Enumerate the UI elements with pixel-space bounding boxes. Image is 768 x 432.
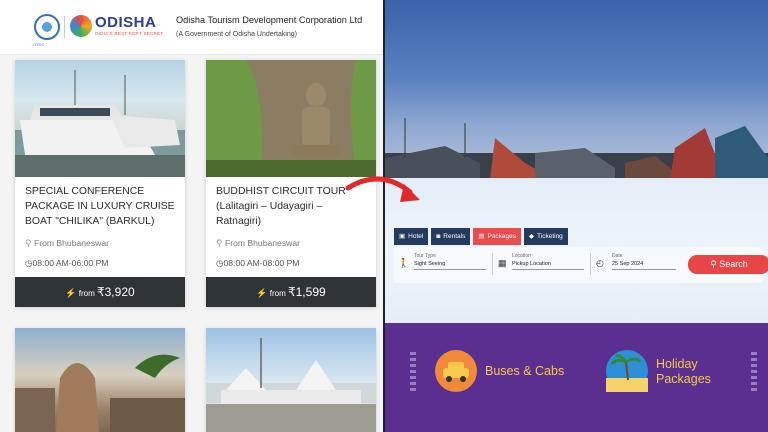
clock-icon: ◷	[216, 258, 224, 268]
package-card[interactable]	[15, 328, 185, 432]
building-icon: ▣	[399, 233, 406, 240]
date-field[interactable]: Date 25 Sep 2024	[612, 253, 676, 270]
map-icon: ▦	[498, 258, 507, 268]
clock-icon: ◷	[25, 258, 33, 268]
package-time: ◷08:00 AM-06:00 PM	[25, 258, 108, 269]
time-text: 08:00 AM-06:00 PM	[32, 258, 109, 268]
temple-image[interactable]	[15, 328, 185, 432]
package-origin: ⚲ From Bhubaneswar	[25, 238, 109, 249]
website-left-panel: OTDC ODISHA INDIA'S BEST KEPT SECRET Odi…	[0, 0, 383, 432]
location-pin-icon: ⚲	[25, 238, 32, 248]
shrine-image[interactable]	[206, 328, 376, 432]
ticket-icon: ◆	[529, 233, 535, 240]
car-icon[interactable]	[435, 350, 477, 392]
fishing-boats-image	[385, 118, 768, 180]
odisha-tagline: INDIA'S BEST KEPT SECRET	[95, 31, 164, 36]
package-time: ◷08:00 AM-08:00 PM	[216, 258, 299, 269]
origin-text: From Bhubaneswar	[224, 238, 300, 248]
tour-type-field[interactable]: Tour Type Sight Seeing	[414, 253, 486, 270]
wave-decoration-icon	[751, 352, 757, 394]
logo-divider	[64, 16, 65, 38]
briefcase-icon: ▤	[478, 233, 485, 240]
package-price-bar[interactable]: ⚡ from ₹1,599	[206, 277, 376, 307]
package-card[interactable]	[206, 328, 376, 432]
price-prefix: from	[78, 289, 95, 298]
odisha-brand-text[interactable]: ODISHA	[95, 14, 156, 31]
website-right-panel: ▣ Hotel ◙ Rentals ▤ Packages ◆ Ticketing 🚶 T…	[385, 0, 768, 432]
package-price-bar[interactable]: ⚡ from ₹3,920	[15, 277, 185, 307]
package-search-form: 🚶 Tour Type Sight Seeing ▦ Location Pick…	[394, 247, 768, 283]
buses-cabs-label[interactable]: Buses & Cabs	[485, 364, 564, 379]
tab-ticketing[interactable]: ◆ Ticketing	[524, 228, 568, 245]
price-amount: ₹3,920	[97, 285, 135, 299]
package-card[interactable]: SPECIAL CONFERENCE PACKAGE IN LUXURY CRU…	[15, 60, 185, 307]
location-pin-icon: ⚲	[216, 238, 223, 248]
tab-rentals[interactable]: ◙ Rentals	[431, 228, 471, 245]
date-input[interactable]: 25 Sep 2024	[612, 261, 676, 270]
corporation-subtitle: (A Government of Odisha Undertaking)	[176, 31, 298, 38]
package-origin: ⚲ From Bhubaneswar	[216, 238, 300, 249]
otdc-logo-caption: OTDC	[33, 42, 45, 47]
wave-decoration-icon	[410, 352, 416, 394]
booking-tabs: ▣ Hotel ◙ Rentals ▤ Packages ◆ Ticketing	[394, 228, 568, 245]
palm-tree-icon[interactable]	[606, 350, 648, 392]
red-arrow-icon	[345, 176, 420, 202]
person-walking-icon: 🚶	[398, 258, 410, 268]
tour-type-select[interactable]: Sight Seeing	[414, 261, 486, 270]
field-divider	[590, 253, 591, 275]
price-prefix: from	[269, 289, 286, 298]
lightning-icon: ⚡	[256, 288, 268, 298]
price-amount: ₹1,599	[288, 285, 326, 299]
package-title[interactable]: SPECIAL CONFERENCE PACKAGE IN LUXURY CRU…	[25, 184, 177, 229]
cruise-boat-image[interactable]	[15, 60, 185, 177]
holiday-packages-label[interactable]: Holiday Packages	[656, 357, 711, 387]
origin-text: From Bhubaneswar	[33, 238, 109, 248]
calendar-icon: ◴	[596, 258, 604, 268]
odisha-logo-icon[interactable]	[70, 15, 92, 37]
otdc-logo-icon[interactable]	[34, 14, 60, 40]
location-field[interactable]: Location Pickup Location	[512, 253, 584, 270]
tab-packages[interactable]: ▤ Packages	[473, 228, 522, 245]
location-input[interactable]: Pickup Location	[512, 261, 584, 270]
search-icon: ⚲	[710, 259, 720, 269]
site-header: OTDC ODISHA INDIA'S BEST KEPT SECRET Odi…	[0, 0, 383, 55]
tab-hotel[interactable]: ▣ Hotel	[394, 228, 429, 245]
corporation-title: Odisha Tourism Development Corporation L…	[176, 15, 363, 25]
time-text: 08:00 AM-08:00 PM	[223, 258, 300, 268]
car-icon: ◙	[436, 233, 441, 240]
search-button[interactable]: ⚲ Search	[688, 255, 768, 274]
lightning-icon: ⚡	[65, 288, 77, 298]
field-divider	[492, 253, 493, 275]
services-promo-band: Buses & Cabs Holiday Packages	[385, 323, 768, 432]
